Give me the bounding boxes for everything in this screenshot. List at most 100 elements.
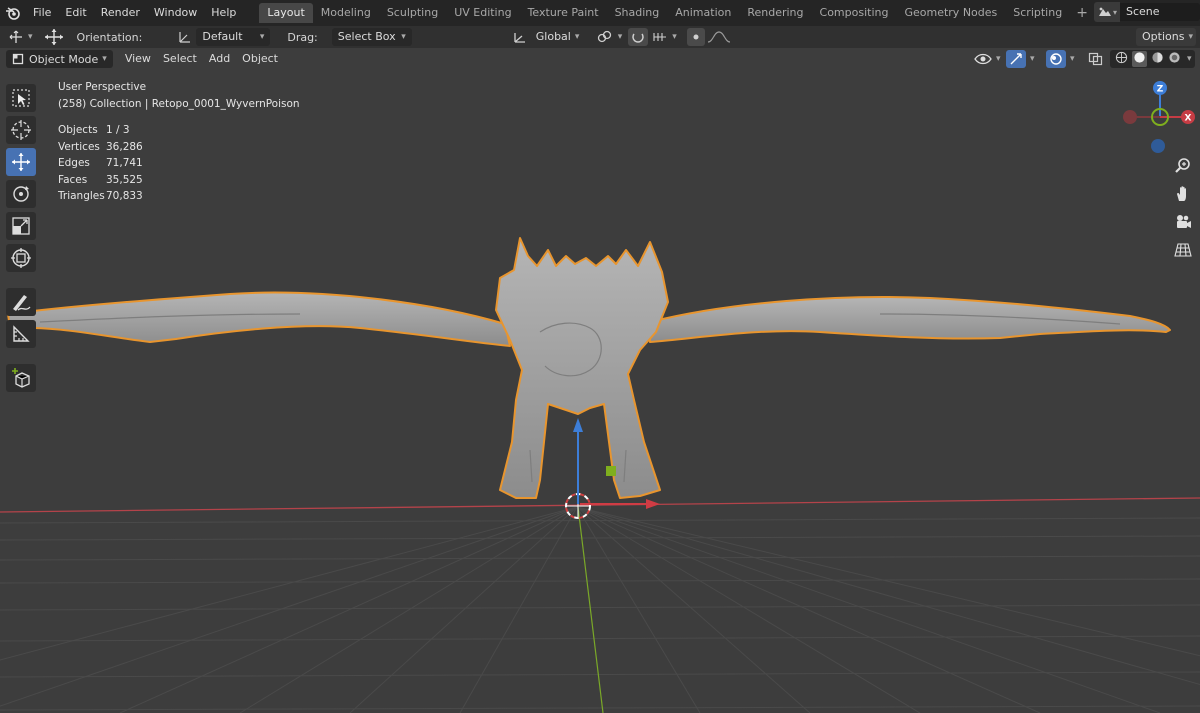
move-icon bbox=[12, 153, 30, 171]
rendered-shading-icon[interactable] bbox=[1168, 51, 1181, 67]
menu-view[interactable]: View bbox=[119, 50, 157, 68]
tab-uv-editing[interactable]: UV Editing bbox=[446, 3, 519, 23]
stat-objects: Objects 1 / 3 bbox=[58, 122, 300, 139]
scale-tool[interactable] bbox=[6, 212, 36, 240]
grid-perspective-icon bbox=[1174, 243, 1192, 257]
tab-modeling[interactable]: Modeling bbox=[313, 3, 379, 23]
snap-toggle-icon[interactable] bbox=[628, 28, 649, 46]
shading-dropdown-icon[interactable]: ▾ bbox=[1187, 54, 1192, 64]
pivot-icon[interactable] bbox=[178, 28, 192, 46]
orientation-dropdown[interactable]: Default ▾ bbox=[196, 28, 271, 46]
mode-label: Object Mode bbox=[29, 52, 99, 66]
tab-rendering[interactable]: Rendering bbox=[739, 3, 811, 23]
transform-tool[interactable] bbox=[6, 244, 36, 272]
stat-label: Objects bbox=[58, 124, 98, 136]
workspace-tabs: Layout Modeling Sculpting UV Editing Tex… bbox=[259, 0, 1094, 26]
transform-orientation-value: Global bbox=[535, 30, 571, 43]
left-toolbar bbox=[6, 80, 42, 396]
scene-icon[interactable]: ▾ bbox=[1094, 2, 1120, 22]
snap-link-icon[interactable]: ▾ bbox=[596, 28, 622, 46]
scale-icon bbox=[12, 217, 30, 235]
mode-dropdown[interactable]: Object Mode ▾ bbox=[6, 50, 113, 68]
xray-toggle-icon[interactable] bbox=[1088, 50, 1104, 68]
measure-icon bbox=[13, 325, 30, 342]
snap-target-icon[interactable]: ▾ bbox=[652, 28, 677, 46]
floor-grid bbox=[0, 506, 1200, 713]
tab-texture-paint[interactable]: Texture Paint bbox=[520, 3, 607, 23]
pan-button[interactable] bbox=[1170, 182, 1196, 206]
gizmo-toggle-icon[interactable] bbox=[1006, 50, 1026, 68]
options-dropdown[interactable]: Options ▾ bbox=[1136, 28, 1196, 46]
menu-help[interactable]: Help bbox=[204, 0, 243, 26]
tab-shading[interactable]: Shading bbox=[607, 3, 668, 23]
stat-value: 36,286 bbox=[106, 140, 143, 153]
stat-value: 35,525 bbox=[106, 173, 143, 186]
wyvern-mesh bbox=[7, 237, 1171, 499]
collection-label: (258) Collection | Retopo_0001_WyvernPoi… bbox=[58, 97, 300, 110]
scene-name-field[interactable]: Scene bbox=[1120, 3, 1200, 21]
cursor-icon bbox=[11, 120, 31, 140]
menu-select[interactable]: Select bbox=[157, 50, 203, 68]
drag-label: Drag: bbox=[287, 30, 318, 44]
scene-selector[interactable]: ▾ Scene bbox=[1094, 2, 1200, 22]
menu-edit[interactable]: Edit bbox=[58, 0, 93, 26]
measure-tool[interactable] bbox=[6, 320, 36, 348]
stat-edges: Edges 71,741 bbox=[58, 155, 300, 172]
tool-header: ▾ Orientation: Default ▾ Drag: Select Box… bbox=[0, 26, 1200, 48]
menu-object[interactable]: Object bbox=[236, 50, 284, 68]
overlays-toggle-icon[interactable] bbox=[1046, 50, 1066, 68]
rotate-tool[interactable] bbox=[6, 180, 36, 208]
stat-faces: Faces 35,525 bbox=[58, 172, 300, 189]
drag-dropdown[interactable]: Select Box ▾ bbox=[331, 28, 412, 46]
visibility-icon[interactable]: ▾ bbox=[974, 50, 1001, 68]
transform-tool-icon bbox=[9, 30, 22, 43]
menu-file[interactable]: File bbox=[26, 0, 58, 26]
select-box-tool[interactable] bbox=[6, 84, 36, 112]
orientation-value: Default bbox=[202, 30, 243, 43]
stat-label: Triangles bbox=[58, 190, 105, 202]
material-shading-icon[interactable] bbox=[1151, 51, 1164, 67]
menu-render[interactable]: Render bbox=[94, 0, 147, 26]
solid-shading-icon[interactable] bbox=[1132, 51, 1147, 67]
viewport-header: Object Mode ▾ View Select Add Object ▾ ▾… bbox=[0, 48, 1200, 70]
menu-window[interactable]: Window bbox=[147, 0, 204, 26]
tab-compositing[interactable]: Compositing bbox=[812, 3, 897, 23]
move-tool-icon[interactable] bbox=[43, 28, 65, 46]
zoom-button[interactable] bbox=[1170, 154, 1196, 178]
tab-animation[interactable]: Animation bbox=[667, 3, 739, 23]
navigation-gizmo[interactable]: Z X bbox=[1120, 78, 1200, 158]
drag-value: Select Box bbox=[337, 30, 396, 43]
camera-view-button[interactable] bbox=[1170, 210, 1196, 234]
overlays-dropdown-icon[interactable]: ▾ bbox=[1066, 50, 1075, 68]
shading-mode-group: ▾ bbox=[1110, 50, 1195, 68]
cursor-tool[interactable] bbox=[6, 116, 36, 144]
perspective-toggle-button[interactable] bbox=[1170, 238, 1196, 262]
stat-value: 1 / 3 bbox=[106, 124, 130, 136]
blender-logo-icon[interactable] bbox=[0, 0, 26, 26]
top-bar: File Edit Render Window Help Layout Mode… bbox=[0, 0, 1200, 26]
stat-label: Edges bbox=[58, 157, 90, 169]
add-workspace-button[interactable]: + bbox=[1070, 5, 1094, 21]
annotate-tool[interactable] bbox=[6, 288, 36, 316]
add-cube-tool[interactable] bbox=[6, 364, 36, 392]
tab-geometry-nodes[interactable]: Geometry Nodes bbox=[896, 3, 1005, 23]
add-cube-icon bbox=[12, 368, 30, 388]
menu-add[interactable]: Add bbox=[203, 50, 236, 68]
move-tool[interactable] bbox=[6, 148, 36, 176]
stat-value: 70,833 bbox=[106, 190, 143, 202]
falloff-icon[interactable] bbox=[707, 28, 731, 46]
transform-icon bbox=[11, 248, 31, 268]
tab-sculpting[interactable]: Sculpting bbox=[379, 3, 446, 23]
transform-orientation-dropdown[interactable]: Global ▾ bbox=[530, 28, 584, 46]
perspective-label: User Perspective bbox=[58, 81, 147, 93]
transform-orientation-icon[interactable] bbox=[512, 28, 528, 46]
tab-scripting[interactable]: Scripting bbox=[1005, 3, 1070, 23]
proportional-edit-icon[interactable] bbox=[686, 28, 705, 46]
object-mode-icon bbox=[12, 53, 24, 65]
tab-layout[interactable]: Layout bbox=[259, 3, 313, 23]
stat-triangles: Triangles 70,833 bbox=[58, 188, 300, 205]
x-axis-label: X bbox=[1185, 114, 1192, 124]
wireframe-shading-icon[interactable] bbox=[1115, 51, 1128, 67]
tool-settings-button[interactable]: ▾ bbox=[8, 28, 33, 46]
gizmo-dropdown-icon[interactable]: ▾ bbox=[1026, 50, 1035, 68]
